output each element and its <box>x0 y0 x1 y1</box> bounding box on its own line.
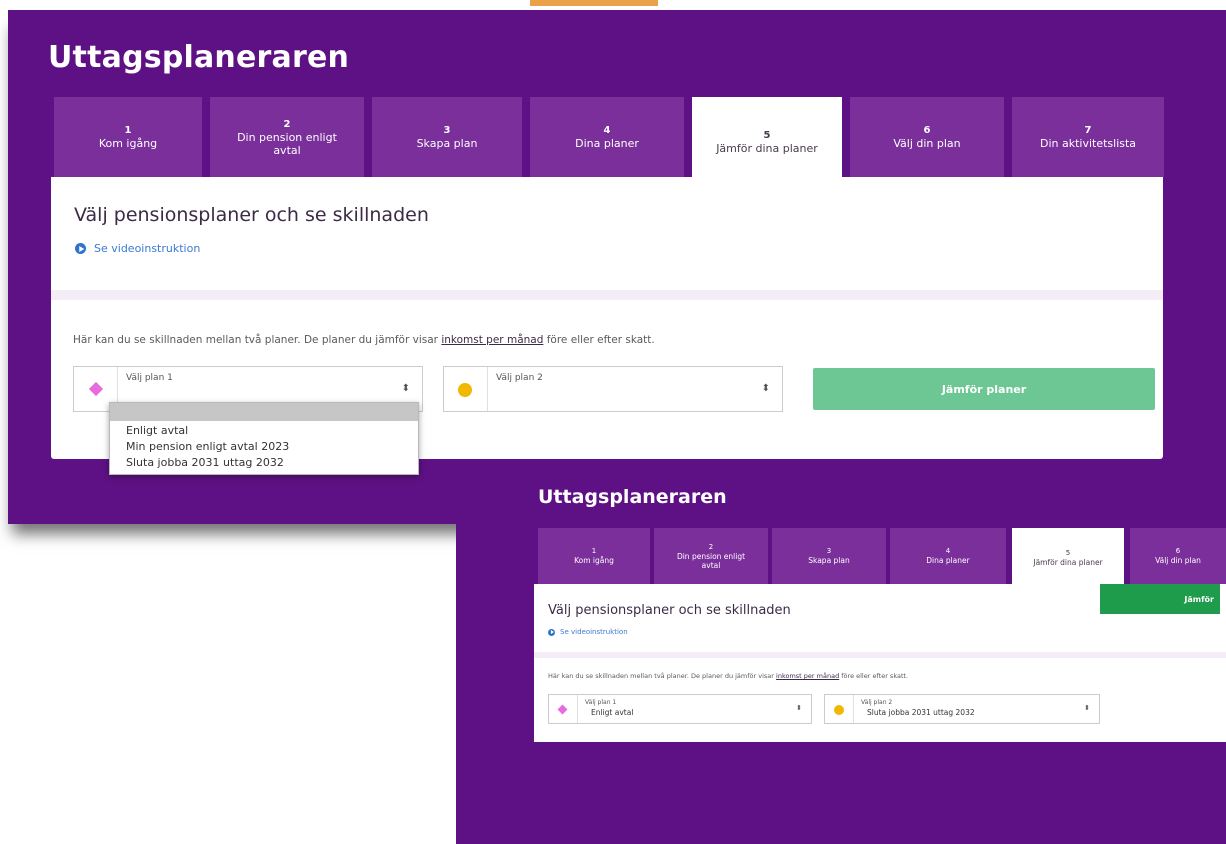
video-link-label: Se videoinstruktion <box>94 242 201 255</box>
top-accent-strip <box>530 0 658 6</box>
plan-2-label: Välj plan 2 <box>496 373 543 383</box>
tab-label: Dina planer <box>575 137 639 150</box>
tab-number: 4 <box>603 125 611 136</box>
tab-label: Kom igång <box>574 556 614 565</box>
tab-number: 7 <box>1084 125 1092 136</box>
plan-1-value: Enligt avtal <box>591 708 634 717</box>
app-title: Uttagsplaneraren <box>538 486 727 508</box>
tab-label: Jämför dina planer <box>716 142 818 155</box>
planner-screen-small: Uttagsplaneraren 1 Kom igång 2 Din pensi… <box>456 472 1226 844</box>
tab-label: Välj din plan <box>1155 556 1201 565</box>
tab-number: 1 <box>124 125 132 136</box>
intro-text: Här kan du se skillnaden mellan två plan… <box>73 334 655 346</box>
tab-jamfor-dina-planer[interactable]: 5 Jämför dina planer <box>1012 528 1124 588</box>
tab-label: Din aktivitetslista <box>1039 137 1137 150</box>
tab-skapa-plan[interactable]: 3 Skapa plan <box>372 97 522 177</box>
updown-arrows-icon: ⬍ <box>796 704 802 712</box>
section-heading: Välj pensionsplaner och se skillnaden <box>74 204 429 226</box>
updown-arrows-icon: ⬍ <box>761 383 770 394</box>
tab-label: Välj din plan <box>893 137 961 150</box>
plan-2-swatch <box>825 695 854 723</box>
dropdown-option[interactable]: Sluta jobba 2031 uttag 2032 <box>110 455 418 471</box>
tab-number: 5 <box>1065 549 1071 557</box>
tab-label: Kom igång <box>98 137 158 150</box>
tab-number: 5 <box>763 130 771 141</box>
tab-dina-planer[interactable]: 4 Dina planer <box>530 97 684 177</box>
tab-skapa-plan[interactable]: 3 Skapa plan <box>772 528 886 584</box>
tab-number: 2 <box>283 118 291 130</box>
tab-din-aktivitetslista[interactable]: 7 Din aktivitetslista <box>1012 97 1164 177</box>
diamond-icon <box>88 381 104 397</box>
intro-text-end: före eller efter skatt. <box>839 672 909 680</box>
tab-label: Skapa plan <box>808 556 850 565</box>
video-instruction-link[interactable]: Se videoinstruktion <box>548 628 628 636</box>
circle-icon <box>834 705 844 715</box>
plan-2-select[interactable]: Välj plan 2 ⬍ <box>443 366 783 412</box>
tab-kom-igang[interactable]: 1 Kom igång <box>538 528 650 584</box>
tab-valj-din-plan[interactable]: 6 Välj din plan <box>850 97 1004 177</box>
play-icon <box>75 243 86 254</box>
tab-valj-din-plan[interactable]: 6 Välj din plan <box>1130 528 1226 584</box>
tab-number: 6 <box>1175 547 1181 555</box>
tab-label: Din pension enligt avtal <box>237 130 337 157</box>
app-title: Uttagsplaneraren <box>48 40 350 75</box>
updown-arrows-icon: ⬍ <box>1084 704 1090 712</box>
intro-text-start: Här kan du se skillnaden mellan två plan… <box>73 334 442 346</box>
tab-number: 2 <box>708 542 714 551</box>
tab-number: 3 <box>443 125 451 136</box>
section-divider <box>534 652 1226 658</box>
tab-label: Dina planer <box>926 556 970 565</box>
tab-kom-igang[interactable]: 1 Kom igång <box>54 97 202 177</box>
updown-arrows-icon: ⬍ <box>401 383 410 394</box>
video-instruction-link[interactable]: Se videoinstruktion <box>75 242 200 255</box>
plan-1-select[interactable]: Välj plan 1 Enligt avtal ⬍ <box>548 694 812 724</box>
dropdown-option[interactable]: Min pension enligt avtal 2023 <box>110 439 418 455</box>
dropdown-option[interactable]: Enligt avtal <box>110 423 418 439</box>
play-icon <box>548 628 555 636</box>
tab-label: Jämför dina planer <box>1033 558 1103 567</box>
section-divider <box>51 290 1163 300</box>
dropdown-option-empty[interactable] <box>110 403 418 421</box>
plan-1-label: Välj plan 1 <box>585 699 617 706</box>
intro-text-end: före eller efter skatt. <box>543 334 655 346</box>
plan-2-label: Välj plan 2 <box>861 699 893 706</box>
tab-number: 1 <box>591 547 597 555</box>
video-link-label: Se videoinstruktion <box>560 628 628 636</box>
intro-text-start: Här kan du se skillnaden mellan två plan… <box>548 672 777 680</box>
plan-2-select[interactable]: Välj plan 2 Sluta jobba 2031 uttag 2032 … <box>824 694 1100 724</box>
compare-plans-button[interactable]: Jämför planer <box>813 368 1155 410</box>
planner-screen-large: Uttagsplaneraren 1 Kom igång 2 Din pensi… <box>8 10 1226 524</box>
compare-plans-button[interactable]: Jämför <box>1100 584 1220 614</box>
section-heading: Välj pensionsplaner och se skillnaden <box>548 603 791 618</box>
plan-1-label: Välj plan 1 <box>126 373 173 383</box>
tab-label: Din pension enligt avtal <box>676 551 746 570</box>
income-per-month-link[interactable]: inkomst per månad <box>776 672 839 680</box>
tab-label: Skapa plan <box>416 137 478 150</box>
income-per-month-link[interactable]: inkomst per månad <box>441 334 543 346</box>
plan-2-value: Sluta jobba 2031 uttag 2032 <box>867 708 975 717</box>
circle-icon <box>458 383 472 397</box>
tab-din-pension[interactable]: 2 Din pension enligt avtal <box>654 528 768 584</box>
tab-dina-planer[interactable]: 4 Dina planer <box>890 528 1006 584</box>
tab-number: 6 <box>923 125 931 136</box>
tab-jamfor-dina-planer[interactable]: 5 Jämför dina planer <box>692 97 842 187</box>
plan-2-swatch <box>444 367 488 411</box>
diamond-icon <box>557 704 568 715</box>
tab-number: 3 <box>826 547 832 555</box>
intro-text: Här kan du se skillnaden mellan två plan… <box>548 672 908 680</box>
tab-number: 4 <box>945 547 951 555</box>
plan-1-dropdown-list: Enligt avtal Min pension enligt avtal 20… <box>109 402 419 475</box>
plan-1-swatch <box>549 695 578 723</box>
tab-din-pension[interactable]: 2 Din pension enligt avtal <box>210 97 364 177</box>
